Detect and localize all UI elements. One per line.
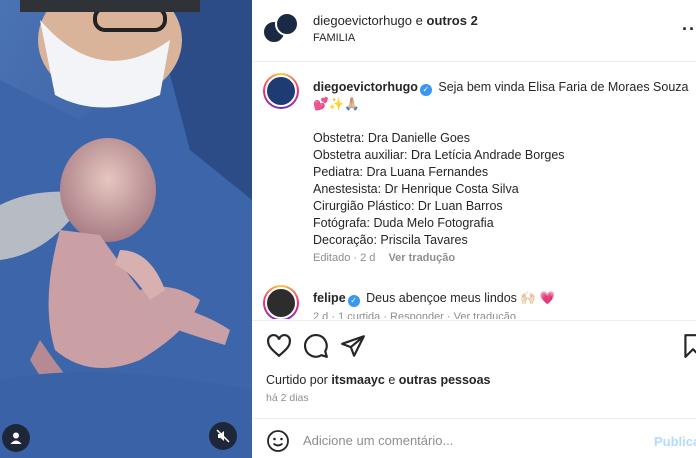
publish-button[interactable]: Publicar	[654, 434, 696, 449]
post-panel: diegoevictorhugo e outros 2 FAMILIA ··· …	[252, 0, 696, 458]
emoji-smile-icon[interactable]	[266, 429, 290, 453]
likes-prefix: Curtido por	[266, 373, 328, 387]
likes-others-link[interactable]: outras pessoas	[399, 373, 491, 387]
user-tag-icon	[10, 432, 22, 444]
action-bar	[252, 320, 696, 370]
avatar	[275, 12, 299, 36]
more-options-button[interactable]: ···	[682, 20, 696, 38]
muted-speaker-icon	[216, 429, 230, 443]
caption-emojis: 💕✨🙏🏼	[313, 97, 360, 111]
collaborators-link[interactable]: outros 2	[427, 13, 478, 28]
verified-badge-icon: ✓	[347, 295, 360, 307]
newborn-photo	[0, 0, 252, 458]
likes-connector: e	[388, 373, 396, 387]
user-tag-button[interactable]	[2, 424, 30, 452]
likes-user-link[interactable]: itsmaayc	[331, 373, 385, 387]
credit-line: Pediatra: Dra Luana Fernandes	[313, 165, 489, 179]
caption-username[interactable]: diegoevictorhugo	[313, 80, 418, 94]
credit-line: Obstetra auxiliar: Dra Letícia Andrade B…	[313, 148, 565, 162]
comment-meta: 2 d · 1 curtida · Responder · Ver traduç…	[313, 311, 516, 319]
send-icon[interactable]	[340, 333, 366, 359]
credit-line: Cirurgião Plástico: Dr Luan Barros	[313, 199, 503, 213]
post-media[interactable]	[0, 0, 252, 458]
authors-connector: e	[415, 13, 423, 28]
comment-avatar[interactable]	[263, 285, 299, 319]
credit-line: Decoração: Priscila Tavares	[313, 233, 468, 247]
credits-list: Obstetra: Dra Danielle Goes Obstetra aux…	[313, 130, 689, 249]
account-link[interactable]: diegoevictorhugo	[313, 13, 412, 28]
credit-line: Fotógrafa: Duda Melo Fotografia	[313, 216, 494, 230]
credit-line: Obstetra: Dra Danielle Goes	[313, 131, 471, 145]
verified-badge-icon: ✓	[419, 84, 432, 96]
comment-input[interactable]	[303, 429, 633, 451]
post-header: diegoevictorhugo e outros 2 FAMILIA ···	[252, 0, 696, 62]
comment: felipe ✓ Deus abençoe meus lindos 🙌🏻 💗	[313, 291, 555, 307]
post-caption: diegoevictorhugo ✓ Seja bem vinda Elisa F…	[313, 79, 689, 249]
add-comment-bar: Publicar	[252, 418, 696, 458]
comment-text: Deus abençoe meus lindos	[366, 291, 517, 305]
caption-time: Editado · 2 d	[313, 252, 376, 264]
post-subtitle[interactable]: FAMILIA	[313, 32, 355, 44]
translate-link[interactable]: Ver tradução	[388, 252, 455, 264]
post-authors: diegoevictorhugo e outros 2	[313, 13, 478, 28]
bookmark-icon[interactable]	[680, 333, 696, 359]
collab-avatars[interactable]	[262, 12, 302, 48]
caption-text: Seja bem vinda Elisa Faria de Moraes Sou…	[438, 80, 689, 94]
comments-section[interactable]: diegoevictorhugo ✓ Seja bem vinda Elisa F…	[252, 63, 696, 319]
likes-summary: Curtido por itsmaayc e outras pessoas	[266, 373, 490, 387]
heart-icon[interactable]	[266, 333, 292, 359]
post-timestamp[interactable]: há 2 dias	[266, 392, 309, 404]
more-horizontal-icon: ···	[682, 19, 696, 39]
comment-emojis: 🙌🏻 💗	[520, 291, 556, 305]
caption-meta: Editado · 2 d Ver tradução	[313, 252, 455, 264]
comment-icon[interactable]	[303, 333, 329, 359]
mute-button[interactable]	[209, 422, 237, 450]
caption-avatar[interactable]	[263, 73, 299, 109]
credit-line: Anestesista: Dr Henrique Costa Silva	[313, 182, 519, 196]
comment-username[interactable]: felipe	[313, 291, 346, 305]
